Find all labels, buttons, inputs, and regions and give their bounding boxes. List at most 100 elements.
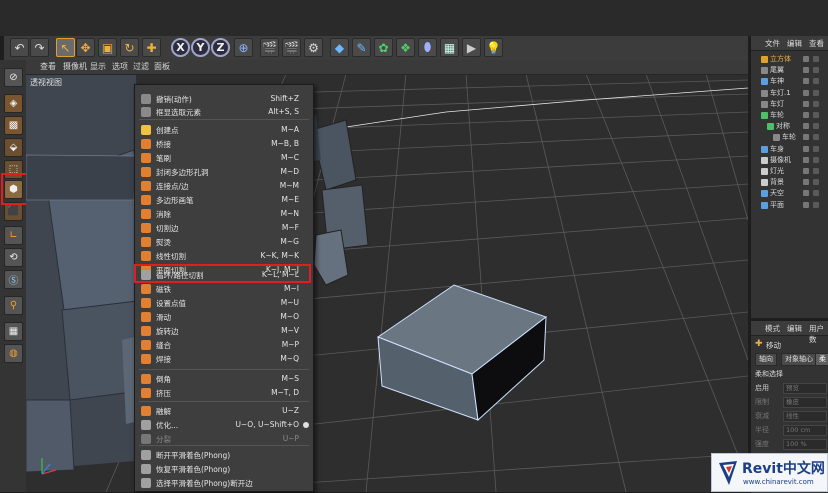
visibility-toggle-icon[interactable] xyxy=(803,67,809,74)
visibility-toggle-icon[interactable] xyxy=(803,168,809,174)
menu-item-bridge[interactable]: 桥接 M~B, B xyxy=(135,138,313,150)
vp-menu-panel[interactable]: 面板 xyxy=(154,61,170,72)
x-axis-lock-icon[interactable]: X xyxy=(171,38,190,57)
subdivision-surface-icon[interactable]: ✿ xyxy=(374,38,393,57)
menu-item-unbreak-phong[interactable]: 恢复平滑着色(Phong) xyxy=(135,463,313,475)
y-axis-lock-icon[interactable]: Y xyxy=(191,38,210,57)
object-tag-icon[interactable] xyxy=(813,179,819,186)
make-editable-icon[interactable]: ⊘ xyxy=(4,68,23,87)
object-row[interactable]: 背景 xyxy=(751,177,828,188)
visibility-toggle-icon[interactable] xyxy=(803,112,809,118)
attr-row-field[interactable]: 100 % xyxy=(783,439,827,450)
menu-item-magnet[interactable]: 磁铁 M~I xyxy=(135,283,313,295)
menu-item-split[interactable]: 分裂 U~P xyxy=(135,433,313,445)
object-tag-icon[interactable] xyxy=(813,145,819,152)
object-row[interactable]: 尾翼 xyxy=(751,65,828,76)
tab-axis[interactable]: 轴向 xyxy=(755,353,777,366)
object-row[interactable]: 车灯.1 xyxy=(751,88,828,99)
menu-item-weld[interactable]: 焊接 M~Q xyxy=(135,353,313,365)
menu-item-extrude[interactable]: 挤压 M~T, D xyxy=(135,387,313,399)
deformer-icon[interactable]: ⬮ xyxy=(418,38,437,57)
menu-item-brush[interactable]: 笔刷 M~C xyxy=(135,152,313,164)
menu-item-bevel[interactable]: 倒角 M~S xyxy=(135,373,313,385)
object-tag-icon[interactable] xyxy=(813,190,819,197)
attr-menu-mode[interactable]: 模式 xyxy=(765,323,780,334)
object-row[interactable]: 车轮 xyxy=(751,110,828,121)
visibility-toggle-icon[interactable] xyxy=(803,190,809,197)
object-tag-icon[interactable] xyxy=(813,78,819,85)
object-tag-icon[interactable] xyxy=(813,112,819,118)
object-tag-icon[interactable] xyxy=(813,100,819,107)
recent-tool-icon[interactable]: ✚ xyxy=(142,38,161,57)
visibility-toggle-icon[interactable] xyxy=(803,89,809,96)
menu-item-undo-action[interactable]: 撤销(动作) Shift+Z xyxy=(135,93,313,105)
visibility-toggle-icon[interactable] xyxy=(803,56,809,62)
object-row[interactable]: 立方体 xyxy=(751,54,828,65)
light-icon[interactable]: 💡 xyxy=(484,38,503,57)
menu-item-spin-edge[interactable]: 旋转边 M~V xyxy=(135,325,313,337)
menu-item-break-phong[interactable]: 断开平滑着色(Phong) xyxy=(135,449,313,461)
menu-item-edge-cut[interactable]: 切割边 M~F xyxy=(135,222,313,234)
scale-tool-icon[interactable]: ▣ xyxy=(98,38,117,57)
tweak-mode-icon[interactable]: ⟲ xyxy=(4,248,23,267)
menu-item-dissolve[interactable]: 消除 M~N xyxy=(135,208,313,220)
redo-icon[interactable]: ↷ xyxy=(30,38,49,57)
coordinate-system-icon[interactable]: ⊕ xyxy=(234,38,253,57)
attr-row-field[interactable]: 100 cm xyxy=(783,425,827,436)
menu-item-set-point-value[interactable]: 设置点值 M~U xyxy=(135,297,313,309)
object-row[interactable]: 灯光 xyxy=(751,166,828,177)
menu-item-create-point[interactable]: 创建点 M~A xyxy=(135,124,313,136)
visibility-toggle-icon[interactable] xyxy=(803,134,809,141)
vp-menu-options[interactable]: 选项 xyxy=(112,61,128,72)
solo-mode-icon[interactable]: ▦ xyxy=(4,322,23,341)
vp-menu-display[interactable]: 显示 xyxy=(90,61,106,72)
attr-menu-user-data[interactable]: 用户数 xyxy=(809,323,828,345)
visibility-toggle-icon[interactable] xyxy=(803,100,809,107)
object-tag-icon[interactable] xyxy=(813,123,819,130)
object-tag-icon[interactable] xyxy=(813,67,819,74)
object-row[interactable]: 车灯 xyxy=(751,99,828,110)
obj-menu-edit[interactable]: 编辑 xyxy=(787,38,802,49)
vp-menu-filter[interactable]: 过滤 xyxy=(133,61,149,72)
pen-spline-icon[interactable]: ✎ xyxy=(352,38,371,57)
menu-item-slide[interactable]: 滑动 M~O xyxy=(135,311,313,323)
object-row[interactable]: 对称 xyxy=(751,121,828,132)
options-gear-icon[interactable] xyxy=(303,422,309,428)
visibility-toggle-icon[interactable] xyxy=(803,78,809,85)
vp-menu-view[interactable]: 查看 xyxy=(40,61,56,72)
menu-item-polygon-pen[interactable]: 多边形画笔 M~E xyxy=(135,194,313,206)
menu-item-optimize[interactable]: 优化... U~O, U~Shift+O xyxy=(135,419,313,431)
visibility-toggle-icon[interactable] xyxy=(803,179,809,186)
object-row[interactable]: 平面 xyxy=(751,200,828,211)
menu-item-select-phong-break-edges[interactable]: 选择平滑着色(Phong)断开边 xyxy=(135,477,313,489)
tab-soft-selection[interactable]: 柔 xyxy=(815,353,828,366)
move-tool-icon[interactable]: ✥ xyxy=(76,38,95,57)
attr-row-field[interactable]: 橡皮 xyxy=(783,397,827,408)
array-generator-icon[interactable]: ❖ xyxy=(396,38,415,57)
menu-item-line-cut[interactable]: 线性切割 K~K, M~K xyxy=(135,250,313,262)
visibility-toggle-icon[interactable] xyxy=(803,145,809,152)
camera-icon[interactable]: ▶ xyxy=(462,38,481,57)
visibility-toggle-icon[interactable] xyxy=(803,123,809,130)
attr-menu-edit[interactable]: 编辑 xyxy=(787,323,802,334)
render-settings-icon[interactable]: ⚙ xyxy=(304,38,323,57)
object-row[interactable]: 车身 xyxy=(751,144,828,155)
visibility-toggle-icon[interactable] xyxy=(803,156,809,163)
snap-icon[interactable]: Ⓢ xyxy=(4,270,23,289)
scene-floor-icon[interactable]: ▦ xyxy=(440,38,459,57)
object-row[interactable]: 天空 xyxy=(751,188,828,199)
menu-item-frame-selected[interactable]: 框显选取元素 Alt+S, S xyxy=(135,106,313,118)
object-row[interactable]: 车神 xyxy=(751,76,828,87)
rotate-tool-icon[interactable]: ↻ xyxy=(120,38,139,57)
render-view-icon[interactable]: 🎬 xyxy=(260,38,279,57)
menu-item-close-polygon-hole[interactable]: 封闭多边形孔洞 M~D xyxy=(135,166,313,178)
visibility-toggle-icon[interactable] xyxy=(803,201,809,208)
menu-item-stitch[interactable]: 缝合 M~P xyxy=(135,339,313,351)
attr-row-field[interactable]: 预览 xyxy=(783,383,827,394)
viewport-solo-icon[interactable]: ◍ xyxy=(4,344,23,363)
workplane-mode-icon[interactable]: ⬙ xyxy=(4,138,23,157)
axis-mode-icon[interactable]: ∟ xyxy=(4,226,23,245)
object-tag-icon[interactable] xyxy=(813,201,819,208)
object-tag-icon[interactable] xyxy=(813,156,819,163)
z-axis-lock-icon[interactable]: Z xyxy=(211,38,230,57)
